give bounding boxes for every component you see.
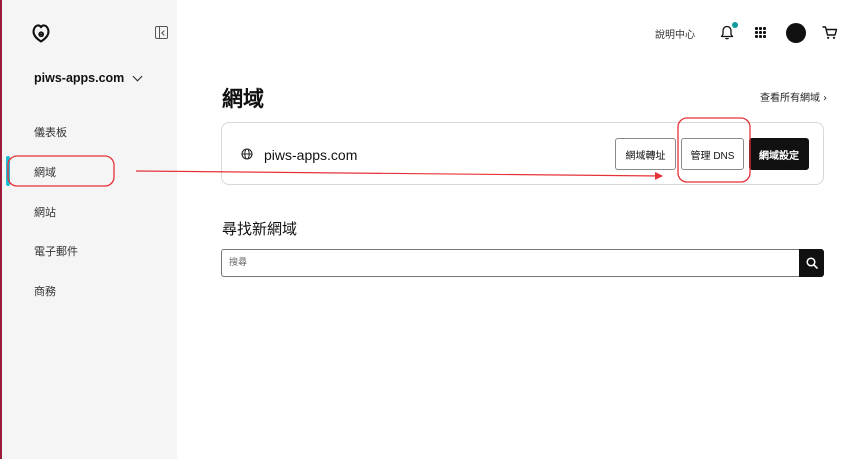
find-domain-title: 尋找新網域 bbox=[222, 220, 298, 238]
view-all-domains-link[interactable]: 查看所有網域 › bbox=[760, 89, 827, 104]
domain-search-input[interactable] bbox=[222, 250, 799, 276]
bell-icon[interactable] bbox=[720, 25, 734, 40]
help-center-link[interactable]: 說明中心 bbox=[655, 26, 695, 41]
sidebar-item-websites[interactable]: 網站 bbox=[34, 204, 56, 220]
domain-forwarding-button[interactable]: 網域轉址 bbox=[615, 138, 676, 170]
search-button[interactable] bbox=[799, 249, 824, 277]
manage-dns-button[interactable]: 管理 DNS bbox=[681, 138, 744, 170]
sidebar-item-email[interactable]: 電子郵件 bbox=[34, 243, 78, 259]
apps-grid-icon[interactable] bbox=[755, 27, 766, 38]
globe-icon bbox=[241, 148, 253, 160]
sidebar: piws-apps.com 儀表板 網域 網站 電子郵件 商務 bbox=[2, 0, 177, 459]
domain-search-box bbox=[221, 249, 799, 277]
chevron-down-icon bbox=[132, 71, 143, 81]
search-icon bbox=[805, 257, 818, 269]
sidebar-item-commerce[interactable]: 商務 bbox=[34, 283, 56, 299]
godaddy-logo-icon[interactable] bbox=[30, 22, 52, 44]
domain-name[interactable]: piws-apps.com bbox=[264, 147, 357, 163]
active-indicator bbox=[6, 156, 10, 186]
avatar[interactable] bbox=[786, 23, 806, 43]
sidebar-collapse-icon[interactable] bbox=[155, 26, 168, 39]
notification-dot bbox=[732, 22, 738, 28]
domain-settings-button[interactable]: 網域設定 bbox=[749, 138, 809, 170]
cart-icon[interactable] bbox=[822, 25, 838, 40]
sidebar-item-dashboard[interactable]: 儀表板 bbox=[34, 124, 67, 140]
account-name: piws-apps.com bbox=[34, 71, 125, 85]
sidebar-item-domains[interactable]: 網域 bbox=[34, 164, 56, 180]
page-title: 網域 bbox=[222, 87, 264, 111]
account-switcher[interactable]: piws-apps.com bbox=[34, 71, 143, 85]
